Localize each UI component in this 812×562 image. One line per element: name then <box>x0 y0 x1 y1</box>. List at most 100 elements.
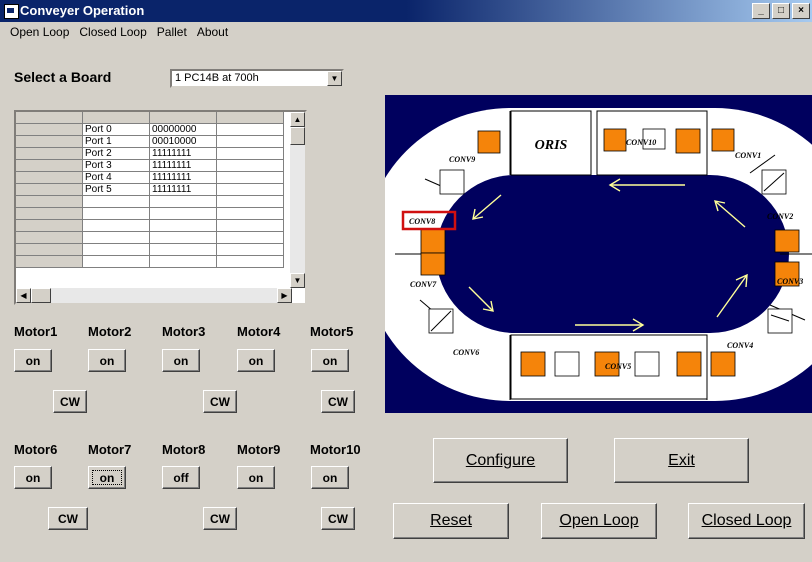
pallet <box>603 128 627 152</box>
table-header-cell <box>16 112 83 124</box>
table-row[interactable]: Port 3 11111111 <box>16 159 284 172</box>
motor6-label: Motor6 <box>14 442 58 457</box>
port-value: 00000000 <box>149 123 217 136</box>
motor1-label: Motor1 <box>14 324 58 339</box>
table-header-cell <box>216 112 284 124</box>
port-name: Port 4 <box>82 171 150 184</box>
scroll-left-icon[interactable]: ◀ <box>16 288 31 303</box>
board-select-value: 1 PC14B at 700h <box>175 72 259 84</box>
conveyor-diagram: ORIS CONV9 CONV10 CONV1 CONV2 CONV3 CONV… <box>385 95 812 413</box>
reset-button-label: Reset <box>430 512 472 529</box>
pallet <box>477 130 501 154</box>
cw-button[interactable]: CW <box>48 507 88 530</box>
menu-about[interactable]: About <box>197 25 228 39</box>
table-row[interactable]: Port 2 11111111 <box>16 147 284 160</box>
scroll-up-icon[interactable]: ▲ <box>290 112 305 127</box>
table-row[interactable] <box>16 243 284 256</box>
port-value: 11111111 <box>149 147 217 160</box>
port-value: 00010000 <box>149 135 217 148</box>
conv4-label: CONV4 <box>727 341 753 350</box>
motor6-toggle-button[interactable]: on <box>14 466 52 489</box>
scroll-down-icon[interactable]: ▼ <box>290 273 305 288</box>
table-row[interactable] <box>16 207 284 220</box>
motor7-toggle-button[interactable]: on <box>88 466 126 489</box>
table-row[interactable]: Port 0 00000000 <box>16 123 284 136</box>
configure-button[interactable]: Configure <box>433 438 568 483</box>
conv9-label: CONV9 <box>449 155 475 164</box>
pallet <box>420 228 446 254</box>
port-name: Port 5 <box>82 183 150 196</box>
motor9-toggle-button[interactable]: on <box>237 466 275 489</box>
pallet <box>520 351 546 377</box>
board-select[interactable]: 1 PC14B at 700h ▼ <box>170 69 344 88</box>
close-icon[interactable]: × <box>792 3 810 19</box>
table-row[interactable] <box>16 195 284 208</box>
menu-bar: Open Loop Closed Loop Pallet About <box>0 22 812 42</box>
table-row[interactable]: Port 4 11111111 <box>16 171 284 184</box>
minimize-icon[interactable]: _ <box>752 3 770 19</box>
reset-button[interactable]: Reset <box>393 503 509 539</box>
pallet <box>420 252 446 276</box>
conv3-label: CONV3 <box>777 277 803 286</box>
motor5-toggle-button[interactable]: on <box>311 349 349 372</box>
empty-slot <box>554 351 580 377</box>
empty-slot <box>634 351 660 377</box>
table-row[interactable] <box>16 219 284 232</box>
port-name: Port 2 <box>82 147 150 160</box>
table-header-row <box>16 112 284 124</box>
motor3-toggle-button[interactable]: on <box>162 349 200 372</box>
pallet <box>711 128 735 152</box>
port-value: 11111111 <box>149 171 217 184</box>
table-row[interactable]: Port 5 11111111 <box>16 183 284 196</box>
maximize-icon[interactable]: □ <box>772 3 790 19</box>
horizontal-scrollbar[interactable]: ◀ ▶ <box>16 288 292 303</box>
closed-loop-button-label: Closed Loop <box>701 512 792 529</box>
motor10-toggle-button[interactable]: on <box>311 466 349 489</box>
dropdown-arrow-icon[interactable]: ▼ <box>327 71 342 86</box>
cw-button[interactable]: CW <box>53 390 87 413</box>
motor4-toggle-button[interactable]: on <box>237 349 275 372</box>
exit-button-label: Exit <box>668 451 695 469</box>
port-value: 11111111 <box>149 183 217 196</box>
configure-button-label: Configure <box>465 451 536 469</box>
conv7-label: CONV7 <box>410 280 437 289</box>
motor9-label: Motor9 <box>237 442 281 457</box>
conv6-label: CONV6 <box>453 348 479 357</box>
menu-open-loop[interactable]: Open Loop <box>10 25 69 39</box>
table-row[interactable] <box>16 231 284 244</box>
cw-button[interactable]: CW <box>321 390 355 413</box>
conv5-label: CONV5 <box>605 362 631 371</box>
table-row[interactable] <box>16 255 284 268</box>
exit-button[interactable]: Exit <box>614 438 749 483</box>
pallet <box>676 351 702 377</box>
cw-button[interactable]: CW <box>203 507 237 530</box>
table-header-cell <box>82 112 150 124</box>
motor8-toggle-button[interactable]: off <box>162 466 200 489</box>
cw-button[interactable]: CW <box>203 390 237 413</box>
open-loop-button[interactable]: Open Loop <box>541 503 657 539</box>
conv1-label: CONV1 <box>735 151 761 160</box>
conv8-label: CONV8 <box>409 217 435 226</box>
port-grid[interactable]: Port 0 00000000 Port 1 00010000 Port 2 1111… <box>14 110 307 305</box>
menu-pallet[interactable]: Pallet <box>157 25 187 39</box>
port-name: Port 0 <box>82 123 150 136</box>
title-bar: Conveyer Operation _ □ × <box>0 0 812 22</box>
app-icon <box>4 4 19 19</box>
cw-button[interactable]: CW <box>321 507 355 530</box>
conv10-label: CONV10 <box>626 138 656 147</box>
oris-label: ORIS <box>535 138 568 153</box>
open-loop-button-label: Open Loop <box>559 512 639 529</box>
closed-loop-button[interactable]: Closed Loop <box>688 503 805 539</box>
port-value: 11111111 <box>149 159 217 172</box>
scroll-right-icon[interactable]: ▶ <box>277 288 292 303</box>
vertical-scrollbar[interactable]: ▲ ▼ <box>290 112 305 288</box>
table-row[interactable]: Port 1 00010000 <box>16 135 284 148</box>
scroll-thumb[interactable] <box>290 127 305 145</box>
motor2-toggle-button[interactable]: on <box>88 349 126 372</box>
motor1-toggle-button[interactable]: on <box>14 349 52 372</box>
pallet <box>675 128 701 154</box>
menu-closed-loop[interactable]: Closed Loop <box>79 25 146 39</box>
scroll-thumb[interactable] <box>31 288 51 303</box>
empty-slot <box>439 169 465 195</box>
port-name: Port 1 <box>82 135 150 148</box>
